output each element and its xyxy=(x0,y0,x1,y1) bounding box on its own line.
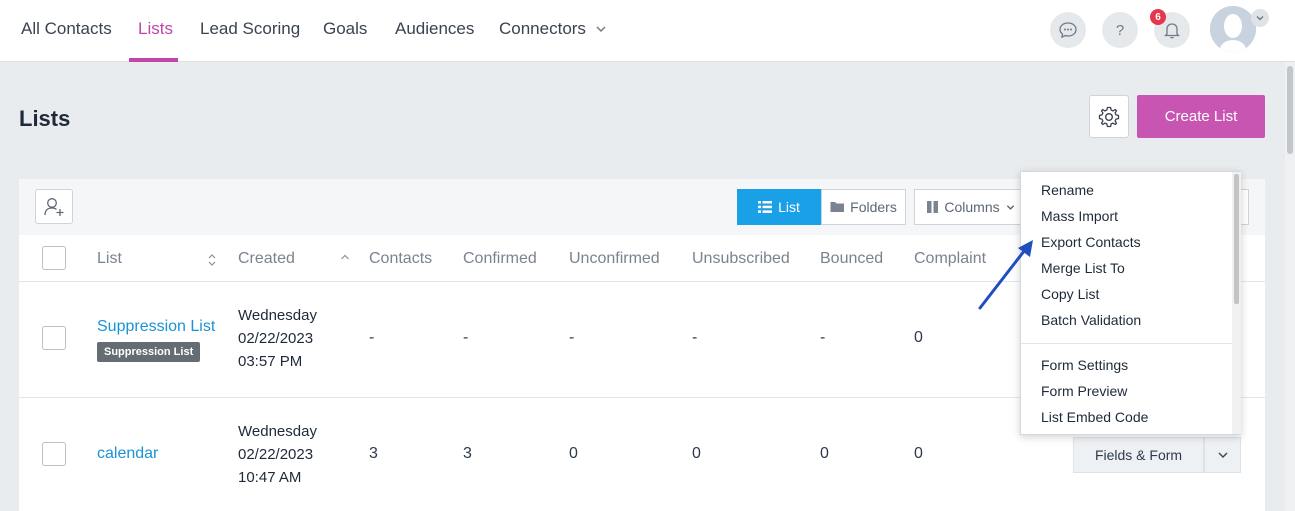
unsubscribed-value: 0 xyxy=(692,445,701,462)
menu-item-merge-list[interactable]: Merge List To xyxy=(1041,260,1125,276)
bounced-value: 0 xyxy=(820,445,829,462)
column-header-confirmed[interactable]: Confirmed xyxy=(463,250,537,268)
menu-scrollbar[interactable] xyxy=(1232,172,1241,434)
chevron-down-icon xyxy=(1218,452,1227,458)
complaint-value: 0 xyxy=(914,445,923,462)
list-view-toggle[interactable]: List xyxy=(737,189,821,225)
column-header-list[interactable]: List xyxy=(97,250,122,268)
menu-item-form-preview[interactable]: Form Preview xyxy=(1041,383,1127,399)
annotation-arrow-icon xyxy=(978,240,1033,310)
chevron-down-icon xyxy=(1006,204,1014,210)
help-icon[interactable]: ? xyxy=(1102,12,1138,48)
column-header-contacts[interactable]: Contacts xyxy=(369,250,432,268)
columns-label: Columns xyxy=(944,199,1000,215)
list-actions-menu: Rename Mass Import Export Contacts Merge… xyxy=(1020,171,1241,435)
create-list-button[interactable]: Create List xyxy=(1137,95,1265,138)
confirmed-value: - xyxy=(463,329,469,346)
active-tab-indicator xyxy=(129,58,178,62)
columns-icon xyxy=(927,201,939,213)
column-header-unsubscribed[interactable]: Unsubscribed xyxy=(692,250,790,268)
nav-audiences[interactable]: Audiences xyxy=(395,19,474,39)
row-actions-dropdown[interactable] xyxy=(1204,437,1241,473)
unsubscribed-value: - xyxy=(692,329,698,346)
menu-divider xyxy=(1021,343,1233,344)
gear-icon xyxy=(1098,106,1120,127)
menu-item-form-settings[interactable]: Form Settings xyxy=(1041,357,1128,373)
list-name-link[interactable]: calendar xyxy=(97,445,158,463)
created-day: Wednesday xyxy=(238,307,317,324)
confirmed-value: 3 xyxy=(463,445,472,462)
unconfirmed-value: - xyxy=(569,329,575,346)
notification-badge: 6 xyxy=(1150,9,1166,25)
fields-and-form-button[interactable]: Fields & Form xyxy=(1073,437,1204,473)
nav-lead-scoring[interactable]: Lead Scoring xyxy=(200,19,300,39)
account-chevron-down-icon[interactable] xyxy=(1251,9,1269,27)
row-checkbox[interactable] xyxy=(42,442,66,466)
menu-item-mass-import[interactable]: Mass Import xyxy=(1041,208,1118,224)
created-date: 02/22/2023 xyxy=(238,330,314,347)
menu-scrollbar-thumb[interactable] xyxy=(1234,174,1239,304)
page-title: Lists xyxy=(19,106,71,131)
chat-icon[interactable] xyxy=(1050,12,1086,48)
list-view-label: List xyxy=(778,199,800,215)
created-date: 02/22/2023 xyxy=(238,446,314,463)
select-all-checkbox[interactable] xyxy=(42,246,66,270)
menu-item-copy-list[interactable]: Copy List xyxy=(1041,286,1099,302)
list-name-link[interactable]: Suppression List xyxy=(97,318,215,336)
sort-ascending-icon[interactable] xyxy=(340,253,350,261)
created-time: 03:57 PM xyxy=(238,353,303,370)
complaint-value: 0 xyxy=(914,329,923,346)
columns-button[interactable]: Columns xyxy=(914,189,1028,225)
top-navigation: All Contacts Lists Lead Scoring Goals Au… xyxy=(0,0,1295,62)
status-badge: Suppression List xyxy=(97,342,201,362)
menu-item-list-embed-code[interactable]: List Embed Code xyxy=(1041,409,1148,425)
folders-view-label: Folders xyxy=(850,199,897,215)
contacts-value: 3 xyxy=(369,445,378,462)
nav-connectors[interactable]: Connectors xyxy=(499,19,586,39)
nav-lists[interactable]: Lists xyxy=(138,19,173,39)
page-scrollbar[interactable] xyxy=(1285,62,1295,511)
created-time: 10:47 AM xyxy=(238,469,302,486)
row-checkbox[interactable] xyxy=(42,326,66,350)
menu-item-export-contacts[interactable]: Export Contacts xyxy=(1041,234,1141,250)
created-day: Wednesday xyxy=(238,423,317,440)
page-scrollbar-thumb[interactable] xyxy=(1287,66,1293,154)
column-header-bounced[interactable]: Bounced xyxy=(820,250,883,268)
menu-item-batch-validation[interactable]: Batch Validation xyxy=(1041,312,1141,328)
connectors-chevron-down-icon[interactable] xyxy=(596,24,606,34)
menu-item-rename[interactable]: Rename xyxy=(1041,182,1094,198)
settings-button[interactable] xyxy=(1089,95,1129,138)
avatar[interactable] xyxy=(1210,6,1256,52)
list-icon xyxy=(758,201,773,213)
column-header-unconfirmed[interactable]: Unconfirmed xyxy=(569,250,660,268)
folders-view-toggle[interactable]: Folders xyxy=(821,189,906,225)
nav-all-contacts[interactable]: All Contacts xyxy=(21,19,112,39)
unconfirmed-value: 0 xyxy=(569,445,578,462)
bounced-value: - xyxy=(820,329,826,346)
add-contact-button[interactable] xyxy=(35,189,73,224)
column-header-created[interactable]: Created xyxy=(238,250,295,268)
contacts-value: - xyxy=(369,329,375,346)
nav-goals[interactable]: Goals xyxy=(323,19,367,39)
folder-icon xyxy=(830,202,845,212)
sort-icon[interactable] xyxy=(207,253,217,267)
add-user-icon xyxy=(44,197,64,216)
